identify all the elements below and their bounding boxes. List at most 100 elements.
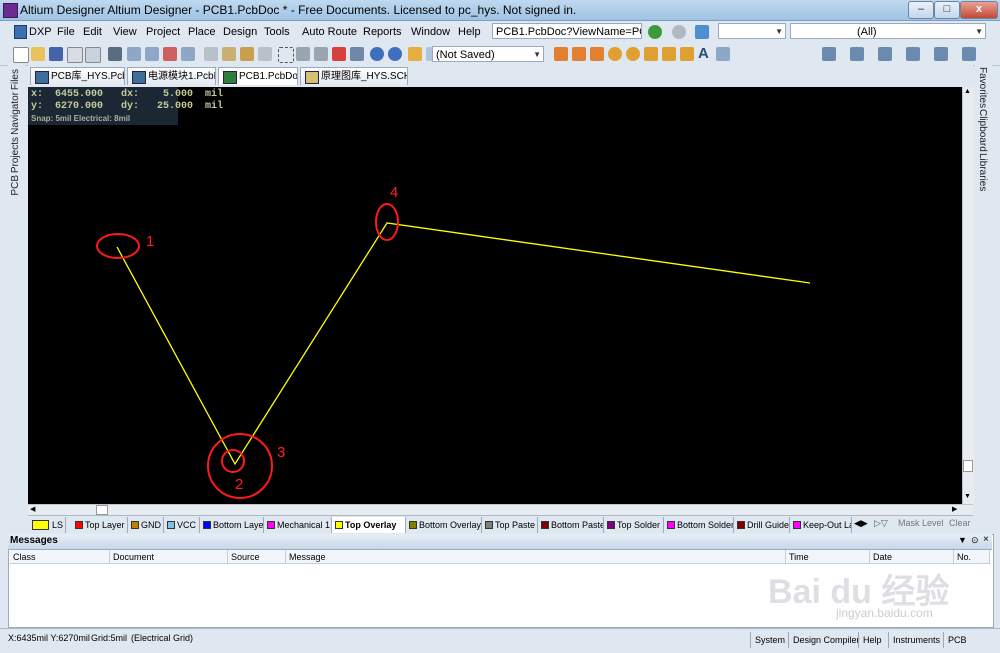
layer-options-icon[interactable]: ▷▽	[874, 518, 888, 529]
align-icon[interactable]	[822, 47, 836, 61]
deselect-icon[interactable]	[332, 47, 346, 61]
status-button-instruments[interactable]: Instruments	[888, 632, 944, 648]
drc-icon[interactable]	[878, 47, 892, 61]
horizontal-scroll-thumb[interactable]	[96, 505, 108, 515]
vertical-scroll-thumb[interactable]	[963, 460, 973, 472]
column-header-class[interactable]: Class	[10, 550, 110, 564]
zoom-fit-icon[interactable]	[127, 47, 141, 61]
zoom-selected-icon[interactable]	[163, 47, 177, 61]
panel-tab-clipboard[interactable]: Clipboard	[977, 109, 988, 152]
cross-probe-icon[interactable]	[408, 47, 422, 61]
menu-auto-route[interactable]: Auto Route	[302, 26, 357, 38]
layer-tab-bottom-layer[interactable]: Bottom Layer	[200, 517, 264, 533]
layer-stack-icon[interactable]	[108, 47, 122, 61]
layer-tab-keep-out[interactable]: Keep-Out Layer	[790, 517, 852, 533]
dimension-icon[interactable]	[934, 47, 948, 61]
blank-combo[interactable]: ▼	[718, 23, 786, 39]
select-by-icon[interactable]	[850, 47, 864, 61]
doc-tab-power-module[interactable]: 电源模块1.PcbLib	[127, 67, 216, 85]
status-button-design-compiler[interactable]: Design Compiler	[788, 632, 864, 648]
maximize-button[interactable]: □	[934, 1, 960, 19]
layer-set-selector[interactable]: LS	[30, 517, 66, 533]
place-fill-icon[interactable]	[662, 47, 676, 61]
print-preview-icon[interactable]	[85, 47, 101, 63]
menu-project[interactable]: Project	[146, 26, 180, 38]
redo-icon[interactable]	[388, 47, 402, 61]
panel-close-icon[interactable]: ×	[983, 534, 989, 545]
menu-help[interactable]: Help	[458, 26, 481, 38]
clear-button[interactable]: Clear	[949, 518, 971, 528]
column-header-date[interactable]: Date	[870, 550, 954, 564]
doc-tab-schlib-hys[interactable]: 原理图库_HYS.SCHLIB	[300, 67, 408, 85]
clear-filter-icon[interactable]	[350, 47, 364, 61]
forward-nav-icon[interactable]	[648, 25, 662, 39]
place-arc-icon[interactable]	[644, 47, 658, 61]
doc-tab-pcblib-hys[interactable]: PCB库_HYS.PcbLib	[30, 67, 125, 85]
layer-scroll-icon[interactable]: ◀▶	[854, 518, 868, 529]
place-component-icon[interactable]	[716, 47, 730, 61]
panel-tab-navigator[interactable]: Navigator	[10, 92, 21, 135]
place-polygon-icon[interactable]	[680, 47, 694, 61]
select-area-icon[interactable]	[278, 47, 294, 63]
scroll-right-icon[interactable]: ▶	[952, 505, 957, 513]
place-string-icon[interactable]: A	[698, 45, 709, 62]
menu-tools[interactable]: Tools	[264, 26, 290, 38]
column-header-time[interactable]: Time	[786, 550, 870, 564]
column-header-message[interactable]: Message	[286, 550, 786, 564]
route-multiple-icon[interactable]	[590, 47, 604, 61]
mask-level-button[interactable]: Mask Level	[898, 518, 944, 528]
new-file-icon[interactable]	[13, 47, 29, 63]
panel-tab-libraries[interactable]: Libraries	[977, 153, 988, 191]
panel-pin-icon[interactable]: ⊙	[971, 535, 979, 546]
close-button[interactable]: x	[960, 1, 998, 19]
overlay-track[interactable]	[116, 222, 811, 466]
layer-tab-top-overlay[interactable]: Top Overlay	[332, 517, 406, 533]
menu-place[interactable]: Place	[188, 26, 216, 38]
filter-combo[interactable]: (All) ▼	[790, 23, 986, 39]
layer-tab-bottom-paste[interactable]: Bottom Paste	[538, 517, 604, 533]
column-header-source[interactable]: Source	[228, 550, 286, 564]
document-path-combo[interactable]: PCB1.PcbDoc?ViewName=PCBE	[492, 23, 642, 39]
menu-dxp[interactable]: DXP	[29, 26, 52, 38]
pcb-canvas[interactable]: 1 2 3 4	[28, 87, 962, 504]
panel-tab-files[interactable]: Files	[10, 69, 21, 90]
vertical-scrollbar[interactable]: ▲ ▼	[962, 87, 974, 504]
menu-design[interactable]: Design	[223, 26, 257, 38]
layer-tab-bottom-overlay[interactable]: Bottom Overlay	[406, 517, 482, 533]
save-icon[interactable]	[49, 47, 63, 61]
copy-icon[interactable]	[222, 47, 236, 61]
status-button-help[interactable]: Help	[858, 632, 886, 648]
move-icon[interactable]	[296, 47, 310, 61]
scroll-left-icon[interactable]: ◀	[30, 505, 35, 513]
undo-icon[interactable]	[370, 47, 384, 61]
status-button-system[interactable]: System	[750, 632, 789, 648]
layer-tab-bottom-solder[interactable]: Bottom Solder	[664, 517, 734, 533]
status-button-pcb[interactable]: PCB	[943, 632, 971, 648]
cut-icon[interactable]	[204, 47, 218, 61]
menu-reports[interactable]: Reports	[363, 26, 402, 38]
back-nav-icon[interactable]	[672, 25, 686, 39]
menu-view[interactable]: View	[113, 26, 137, 38]
place-via-icon[interactable]	[626, 47, 640, 61]
doc-tab-pcb1[interactable]: PCB1.PcbDoc *	[218, 67, 298, 85]
column-header-document[interactable]: Document	[110, 550, 228, 564]
layer-tab-vcc[interactable]: VCC	[164, 517, 200, 533]
scroll-down-icon[interactable]: ▼	[964, 493, 971, 500]
zoom-filtered-icon[interactable]	[181, 47, 195, 61]
layer-tab-top-solder[interactable]: Top Solder	[604, 517, 664, 533]
menu-file[interactable]: File	[57, 26, 75, 38]
interactive-route-icon[interactable]	[554, 47, 568, 61]
panel-tab-pcb[interactable]: PCB	[10, 175, 21, 196]
grid-icon[interactable]	[962, 47, 976, 61]
layer-tab-drill-guide[interactable]: Drill Guide	[734, 517, 790, 533]
move-selection-icon[interactable]	[314, 47, 328, 61]
home-nav-icon[interactable]	[695, 25, 709, 39]
panel-menu-icon[interactable]: ▼	[958, 535, 967, 545]
scroll-up-icon[interactable]: ▲	[964, 88, 971, 95]
layer-tab-top-paste[interactable]: Top Paste	[482, 517, 538, 533]
layer-tab-top-layer[interactable]: Top Layer	[72, 517, 128, 533]
panel-tab-projects[interactable]: Projects	[10, 137, 21, 173]
layer-tab-gnd[interactable]: GND	[128, 517, 164, 533]
zoom-area-icon[interactable]	[145, 47, 159, 61]
place-pad-icon[interactable]	[608, 47, 622, 61]
